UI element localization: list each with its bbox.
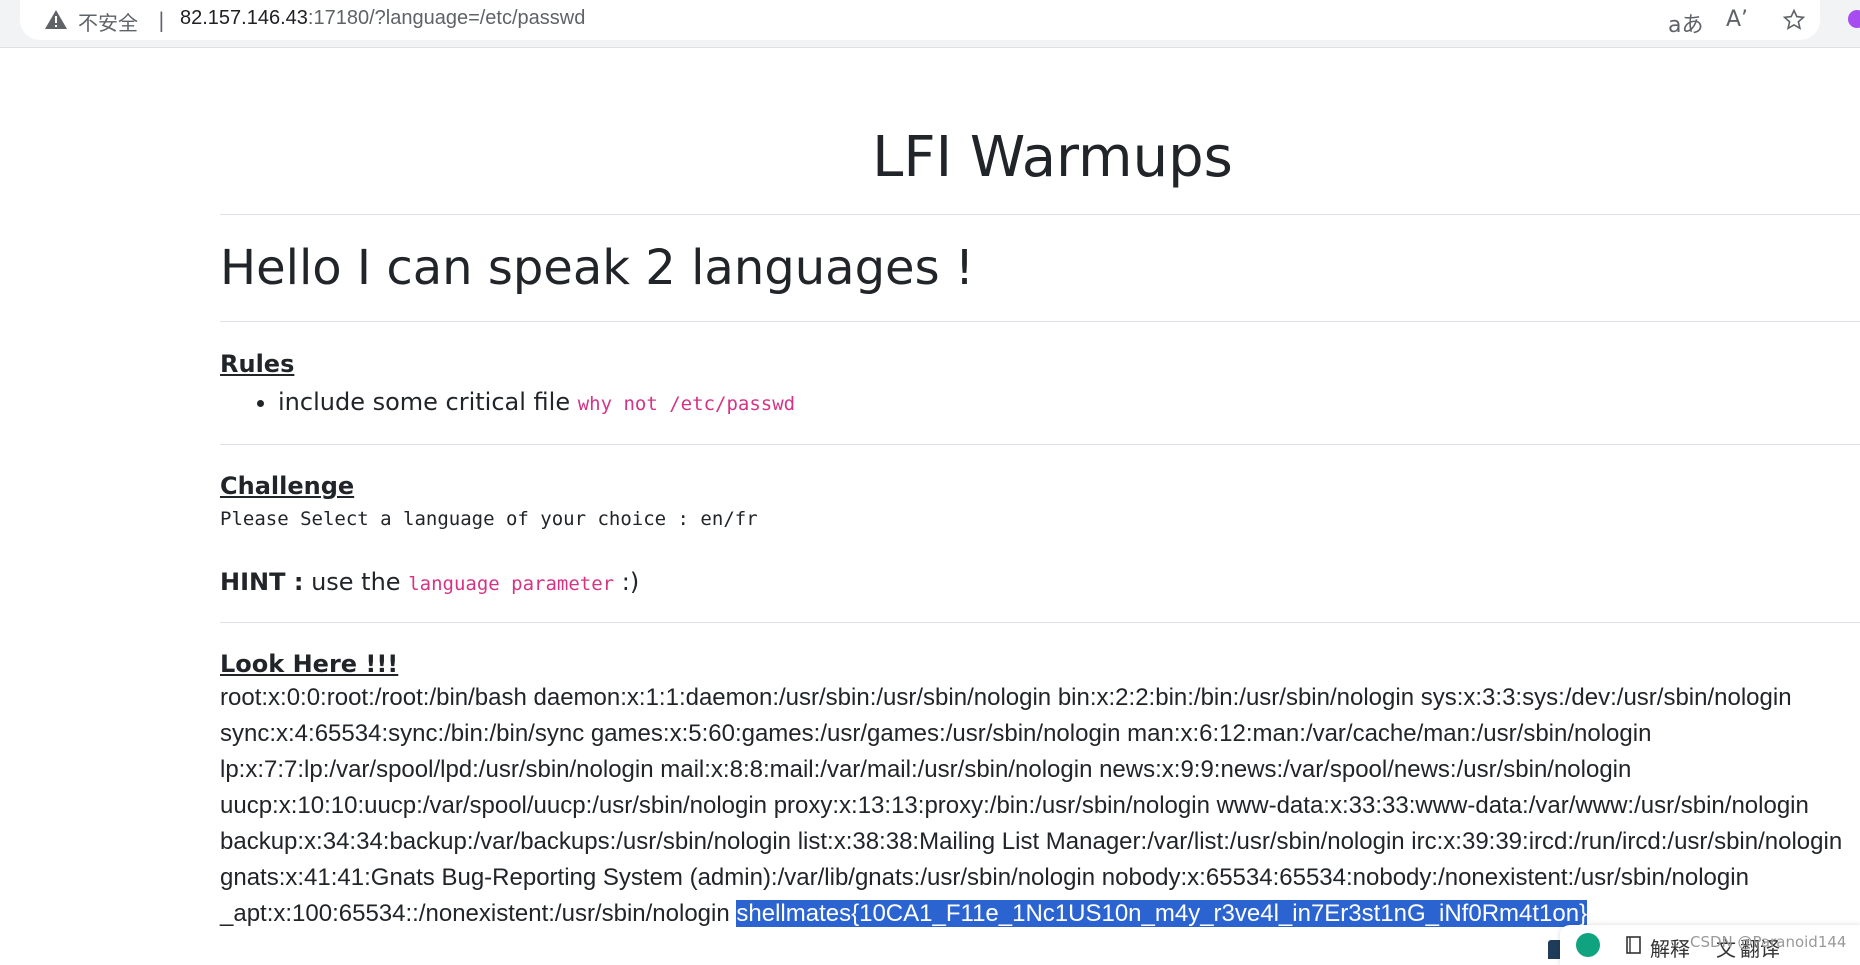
address-bar[interactable]: 不安全 | 82.157.146.43:17180/?language=/etc… bbox=[20, 0, 1820, 40]
read-aloud-icon[interactable]: aあ bbox=[1668, 7, 1703, 39]
hint-text: use the bbox=[303, 568, 409, 596]
hint: HINT : use the language parameter :) bbox=[220, 568, 639, 596]
ai-assistant-icon[interactable] bbox=[1576, 933, 1600, 957]
passwd-content: root:x:0:0:root:/root:/bin/bash daemon:x… bbox=[220, 684, 1843, 927]
challenge-text: Please Select a language of your choice … bbox=[220, 508, 758, 530]
url-separator: | bbox=[158, 8, 165, 32]
rules-item-code: why not /etc/passwd bbox=[577, 393, 796, 415]
challenge-title: Challenge bbox=[220, 472, 355, 500]
rules-item-text: include some critical file bbox=[278, 388, 578, 416]
warning-icon[interactable] bbox=[44, 8, 68, 32]
hint-suffix: :) bbox=[614, 568, 640, 596]
immersive-reader-icon[interactable]: A’ bbox=[1726, 7, 1748, 32]
hint-code: language parameter bbox=[408, 573, 615, 595]
url-text[interactable]: 82.157.146.43:17180/?language=/etc/passw… bbox=[180, 7, 585, 30]
watermark: CSDN @Paranoid144 bbox=[1690, 933, 1847, 951]
divider bbox=[220, 321, 1860, 322]
browser-toolbar: 不安全 | 82.157.146.43:17180/?language=/etc… bbox=[0, 0, 1860, 48]
flag-selection[interactable]: shellmates{10CA1_F11e_1Nc1US10n_m4y_r3ve… bbox=[736, 900, 1588, 927]
favorite-star-icon[interactable] bbox=[1782, 8, 1806, 32]
rules-list: include some critical file why not /etc/… bbox=[220, 388, 795, 416]
main-heading: Hello I can speak 2 languages ! bbox=[220, 240, 975, 296]
extension-icon[interactable] bbox=[1848, 10, 1860, 28]
url-host: 82.157.146.43 bbox=[180, 7, 308, 29]
url-path: :17180/?language=/etc/passwd bbox=[307, 7, 586, 29]
file-output: root:x:0:0:root:/root:/bin/bash daemon:x… bbox=[220, 680, 1860, 932]
divider bbox=[220, 214, 1860, 215]
hint-label: HINT : bbox=[220, 568, 304, 596]
floating-handle[interactable] bbox=[1548, 940, 1560, 959]
insecure-label[interactable]: 不安全 bbox=[78, 7, 138, 36]
divider bbox=[220, 444, 1860, 445]
explain-button[interactable]: 解释 bbox=[1650, 933, 1690, 962]
divider bbox=[220, 622, 1860, 623]
list-item: include some critical file why not /etc/… bbox=[278, 388, 795, 416]
look-here-title: Look Here !!! bbox=[220, 650, 399, 678]
page-title: LFI Warmups bbox=[872, 125, 1233, 190]
rules-title: Rules bbox=[220, 350, 295, 378]
book-icon bbox=[1626, 936, 1641, 954]
